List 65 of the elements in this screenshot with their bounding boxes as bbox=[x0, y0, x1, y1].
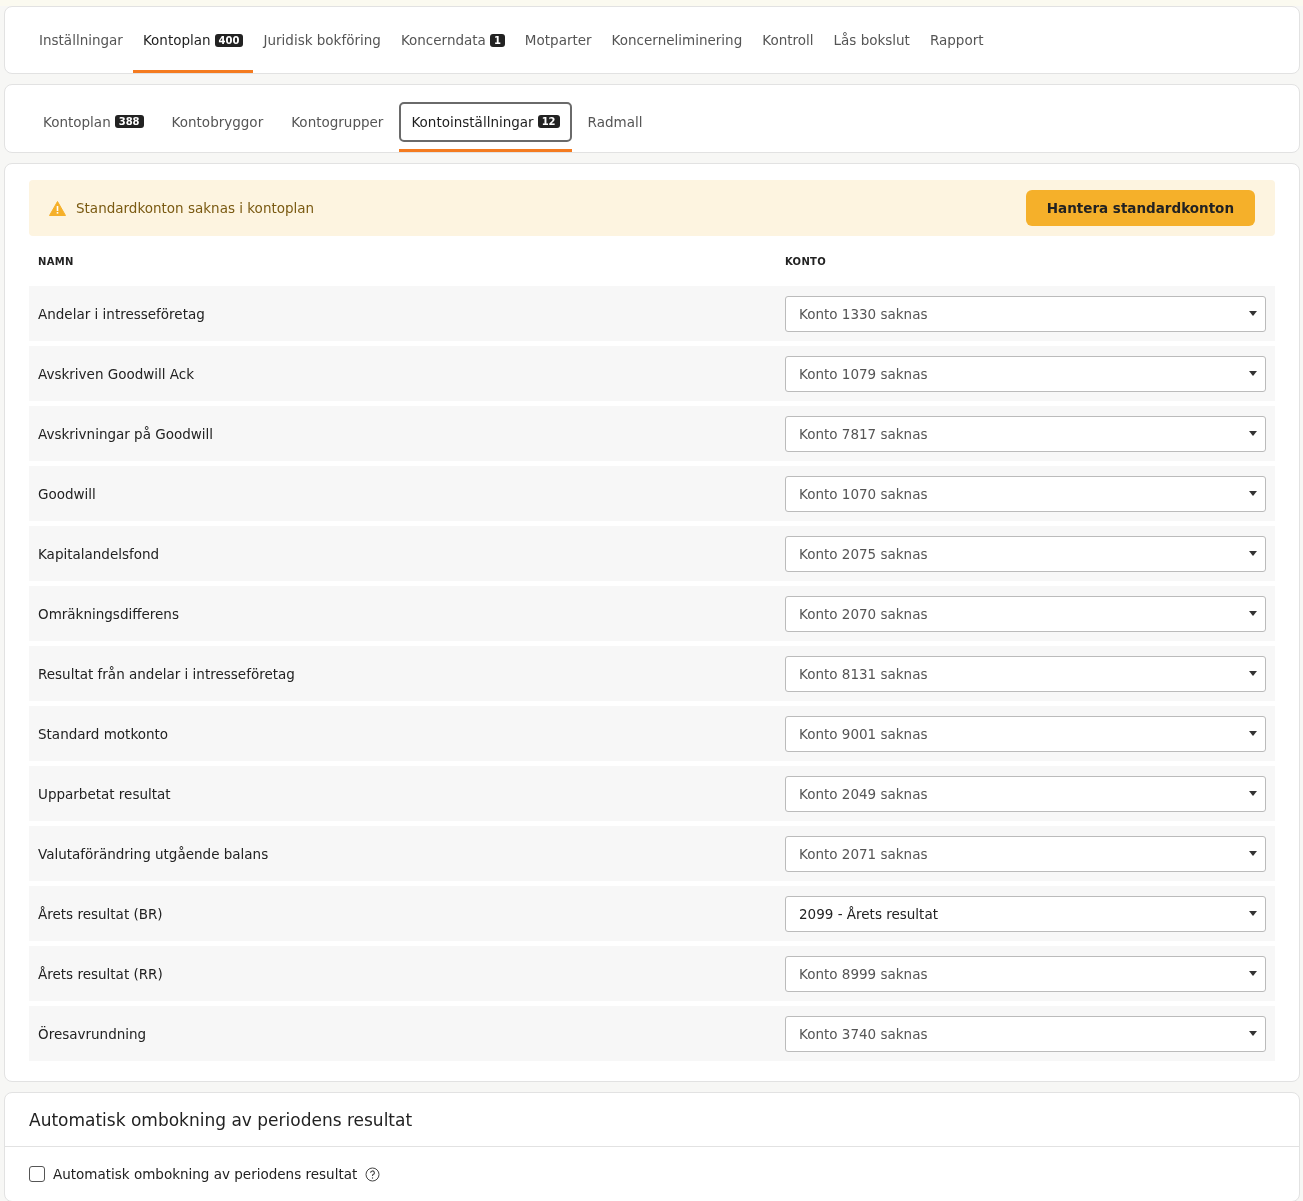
account-name: Andelar i intresseföretag bbox=[38, 305, 206, 322]
caret-icon bbox=[1249, 971, 1257, 976]
count-badge: 12 bbox=[537, 115, 560, 128]
caret-icon bbox=[1249, 371, 1257, 376]
caret-icon bbox=[1249, 731, 1257, 736]
caret-icon bbox=[1249, 791, 1257, 796]
account-select[interactable]: Konto 8131 saknas bbox=[785, 655, 1266, 692]
account-name: Avskrivningar på Goodwill bbox=[38, 425, 215, 442]
account-name: Omräkningsdifferens bbox=[38, 605, 180, 622]
caret-icon bbox=[1249, 431, 1257, 436]
account-select[interactable]: Konto 1330 saknas bbox=[785, 295, 1266, 332]
account-name: Valutaförändring utgående balans bbox=[38, 845, 270, 862]
account-name: Årets resultat (BR) bbox=[38, 905, 164, 922]
sub-tab[interactable]: Kontoplan 388 bbox=[31, 85, 156, 152]
help-icon[interactable] bbox=[365, 1166, 381, 1182]
account-select[interactable]: Konto 2075 saknas bbox=[785, 535, 1266, 572]
caret-icon bbox=[1249, 851, 1257, 856]
account-select[interactable]: Konto 1079 saknas bbox=[785, 355, 1266, 392]
column-header: NAMN bbox=[38, 255, 75, 267]
caret-icon bbox=[1249, 671, 1257, 676]
caret-icon bbox=[1249, 551, 1257, 556]
account-name: Avskriven Goodwill Ack bbox=[38, 365, 196, 382]
checkbox[interactable] bbox=[29, 1166, 45, 1182]
warning-text: Standardkonton saknas i kontoplan bbox=[76, 200, 315, 216]
nav-tab[interactable]: Rapport bbox=[919, 7, 994, 73]
account-name: Kapitalandelsfond bbox=[38, 545, 161, 562]
account-select[interactable]: Konto 7817 saknas bbox=[785, 415, 1266, 452]
account-select[interactable]: Konto 3740 saknas bbox=[785, 1015, 1266, 1052]
account-name: Goodwill bbox=[38, 485, 97, 502]
account-name: Resultat från andelar i intresseföretag bbox=[38, 665, 296, 682]
caret-icon bbox=[1249, 1031, 1257, 1036]
column-header: KONTO bbox=[785, 255, 827, 267]
nav-tab[interactable]: Koncerneliminering bbox=[601, 7, 753, 73]
checkbox-label: Automatisk ombokning av periodens resultat bbox=[53, 1166, 358, 1182]
account-select[interactable]: 2099 - Årets resultat bbox=[785, 895, 1266, 932]
account-name: Standard motkonto bbox=[38, 725, 170, 742]
nav-tab[interactable]: Kontoplan 400 bbox=[132, 7, 254, 73]
caret-icon bbox=[1249, 611, 1257, 616]
nav-tab[interactable]: Lås bokslut bbox=[823, 7, 920, 73]
account-select[interactable]: Konto 2070 saknas bbox=[785, 595, 1266, 632]
account-name: Årets resultat (RR) bbox=[38, 965, 164, 982]
nav-tab[interactable]: Kontroll bbox=[752, 7, 824, 73]
caret-icon bbox=[1249, 311, 1257, 316]
account-select[interactable]: Konto 9001 saknas bbox=[785, 715, 1266, 752]
account-select[interactable]: Konto 8999 saknas bbox=[785, 955, 1266, 992]
nav-tab[interactable]: Juridisk bokföring bbox=[253, 7, 391, 73]
nav-tab[interactable]: Koncerndata 1 bbox=[390, 7, 515, 73]
caret-icon bbox=[1249, 491, 1257, 496]
nav-tab[interactable]: Inställningar bbox=[29, 7, 133, 73]
count-badge: 1 bbox=[489, 33, 505, 47]
account-name: Upparbetat resultat bbox=[38, 785, 172, 802]
account-select[interactable]: Konto 2049 saknas bbox=[785, 775, 1266, 812]
count-badge: 388 bbox=[114, 115, 144, 128]
nav-tab[interactable]: Motparter bbox=[514, 7, 602, 73]
manage-accounts-button[interactable]: Hantera standardkonton bbox=[1025, 190, 1255, 226]
warning-icon bbox=[49, 200, 66, 216]
account-select[interactable]: Konto 2071 saknas bbox=[785, 835, 1266, 872]
sub-tab[interactable]: Kontobryggor bbox=[159, 85, 276, 152]
section-title: Automatisk ombokning av periodens resultat bbox=[29, 1109, 413, 1130]
sub-tab[interactable]: Kontogrupper bbox=[279, 85, 396, 152]
account-select[interactable]: Konto 1070 saknas bbox=[785, 475, 1266, 512]
sub-tab[interactable]: Radmall bbox=[575, 85, 655, 152]
account-name: Öresavrundning bbox=[38, 1025, 148, 1042]
count-badge: 400 bbox=[214, 33, 244, 47]
caret-icon bbox=[1249, 911, 1257, 916]
